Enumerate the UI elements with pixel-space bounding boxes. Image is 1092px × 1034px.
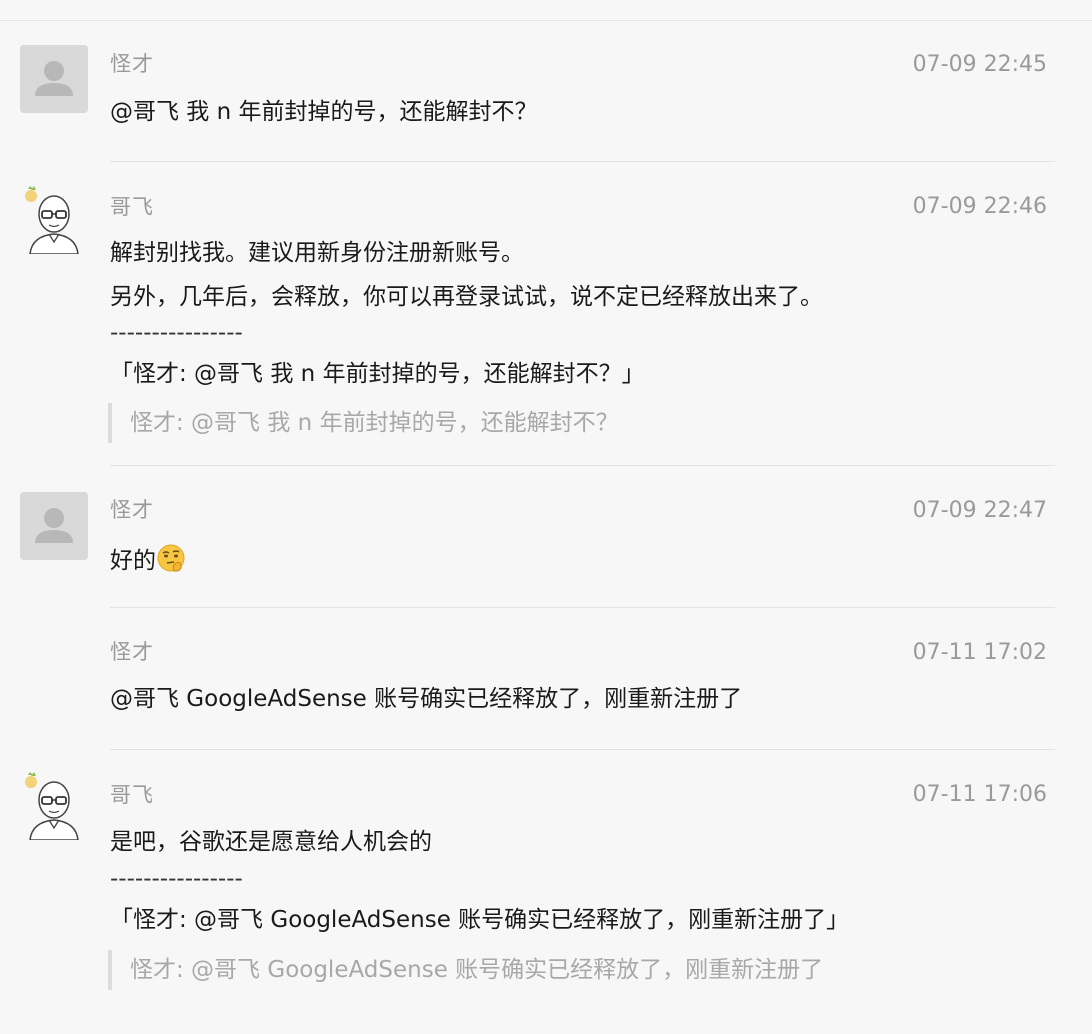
comment-username[interactable]: 哥飞 [110, 193, 154, 221]
bald-glasses-avatar-icon[interactable] [20, 186, 88, 254]
comment-time: 07-11 17:02 [912, 640, 1047, 665]
quote-text[interactable]: 怪才: @哥飞 GoogleAdSense 账号确实已经释放了，刚重新注册了 [130, 955, 823, 985]
comment-text: 是吧，谷歌还是愿意给人机会的 [110, 829, 432, 855]
comment-time: 07-11 17:06 [912, 782, 1047, 807]
comment-username[interactable]: 怪才 [110, 638, 154, 666]
comment-username[interactable]: 哥飞 [110, 781, 154, 809]
comment-text: 解封别找我。建议用新身份注册新账号。 [110, 240, 524, 266]
quote-bar [108, 950, 112, 990]
bald-glasses-avatar-icon[interactable] [20, 772, 88, 840]
quoted-reference: 「怪才: @哥飞 我 n 年前封掉的号，还能解封不？」 [110, 361, 645, 387]
thinking-face-emoji [156, 543, 186, 573]
quote-separator: ---------------- [110, 866, 243, 892]
quote-text[interactable]: 怪才: @哥飞 我 n 年前封掉的号，还能解封不？ [130, 408, 619, 438]
comment-text-row: 好的 [110, 543, 186, 576]
comment-time: 07-09 22:45 [912, 52, 1047, 77]
comment-time: 07-09 22:47 [912, 498, 1047, 523]
comment-username[interactable]: 怪才 [110, 50, 154, 78]
quote-bar [108, 403, 112, 443]
comment-text: @哥飞 我 n 年前封掉的号，还能解封不？ [110, 99, 538, 125]
comment-divider [110, 465, 1055, 466]
quote-separator: ---------------- [110, 320, 243, 346]
quoted-reference: 「怪才: @哥飞 GoogleAdSense 账号确实已经释放了，刚重新注册了」 [110, 907, 850, 933]
comment-time: 07-09 22:46 [912, 194, 1047, 219]
top-divider [0, 20, 1092, 21]
default-avatar-icon[interactable] [20, 492, 88, 560]
comment-username[interactable]: 怪才 [110, 496, 154, 524]
comment-text: 另外，几年后，会释放，你可以再登录试试，说不定已经释放出来了。 [110, 284, 823, 310]
comment-text: @哥飞 GoogleAdSense 账号确实已经释放了，刚重新注册了 [110, 686, 743, 712]
default-avatar-icon[interactable] [20, 45, 88, 113]
comment-divider [110, 607, 1055, 608]
comment-text: 好的 [110, 548, 156, 574]
comment-divider [110, 749, 1055, 750]
comment-divider [110, 161, 1055, 162]
